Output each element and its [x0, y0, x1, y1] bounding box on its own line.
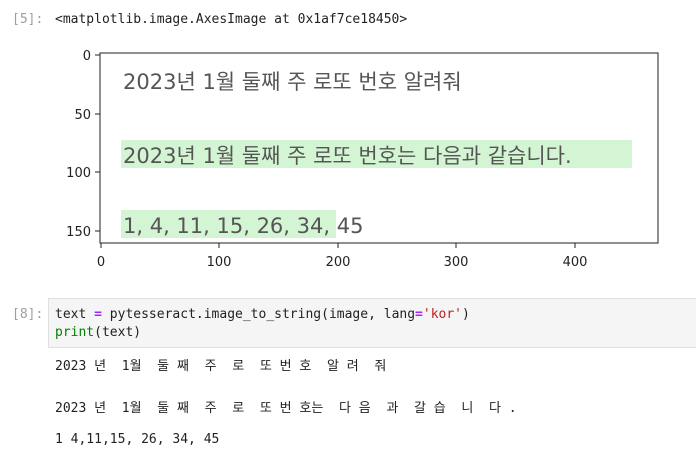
ocr-output-line-1: 2023 년 1월 둘 째 주 로 또 번 호 알 려 줘 — [55, 359, 387, 374]
code-func: image_to_string — [203, 307, 322, 322]
code-line-1: text = pytesseract.image_to_string(image… — [55, 307, 470, 322]
code-var: text — [55, 307, 87, 322]
ocr-output-line-3: 1 4,11,15, 26, 34, 45 — [55, 432, 220, 447]
code-args-pre: (image, lang — [321, 307, 416, 322]
x-axis: 0 100 200 300 400 — [97, 243, 588, 270]
code-kwarg-op: = — [415, 307, 423, 322]
image-text-line-3: 1, 4, 11, 15, 26, 34, 45 — [123, 214, 363, 238]
code-print-args: (text) — [94, 325, 142, 340]
y-tick-label-50: 50 — [74, 108, 91, 123]
ocr-output-line-2: 2023 년 1월 둘 째 주 로 또 번 호는 다 음 과 갈 습 니 다 . — [55, 401, 517, 416]
code-cell-editor[interactable]: text = pytesseract.image_to_string(image… — [48, 298, 696, 348]
x-tick-label-0: 0 — [97, 255, 105, 270]
y-tick-label-0: 0 — [83, 49, 91, 64]
x-tick-label-300: 300 — [444, 255, 469, 270]
x-tick-label-400: 400 — [563, 255, 588, 270]
code-print: print — [55, 325, 95, 340]
image-text-line-2: 2023년 1월 둘째 주 로또 번호는 다음과 같습니다. — [123, 144, 572, 168]
y-tick-label-150: 150 — [66, 225, 91, 240]
image-text-line-1: 2023년 1월 둘째 주 로또 번호 알려줘 — [123, 70, 462, 94]
y-axis: 0 50 100 150 — [66, 49, 100, 240]
code-string: 'kor' — [422, 307, 463, 322]
y-tick-label-100: 100 — [66, 166, 91, 181]
input-prompt-8: [8]: — [12, 307, 44, 322]
code-line-2: print(text) — [55, 325, 141, 340]
code-args-post: ) — [462, 307, 470, 322]
x-tick-label-100: 100 — [207, 255, 232, 270]
x-tick-label-200: 200 — [326, 255, 351, 270]
code-assign-op: = — [94, 307, 102, 322]
image-plot: 2023년 1월 둘째 주 로또 번호 알려줘 2023년 1월 둘째 주 로또… — [66, 49, 659, 270]
code-module: pytesseract — [109, 307, 196, 322]
